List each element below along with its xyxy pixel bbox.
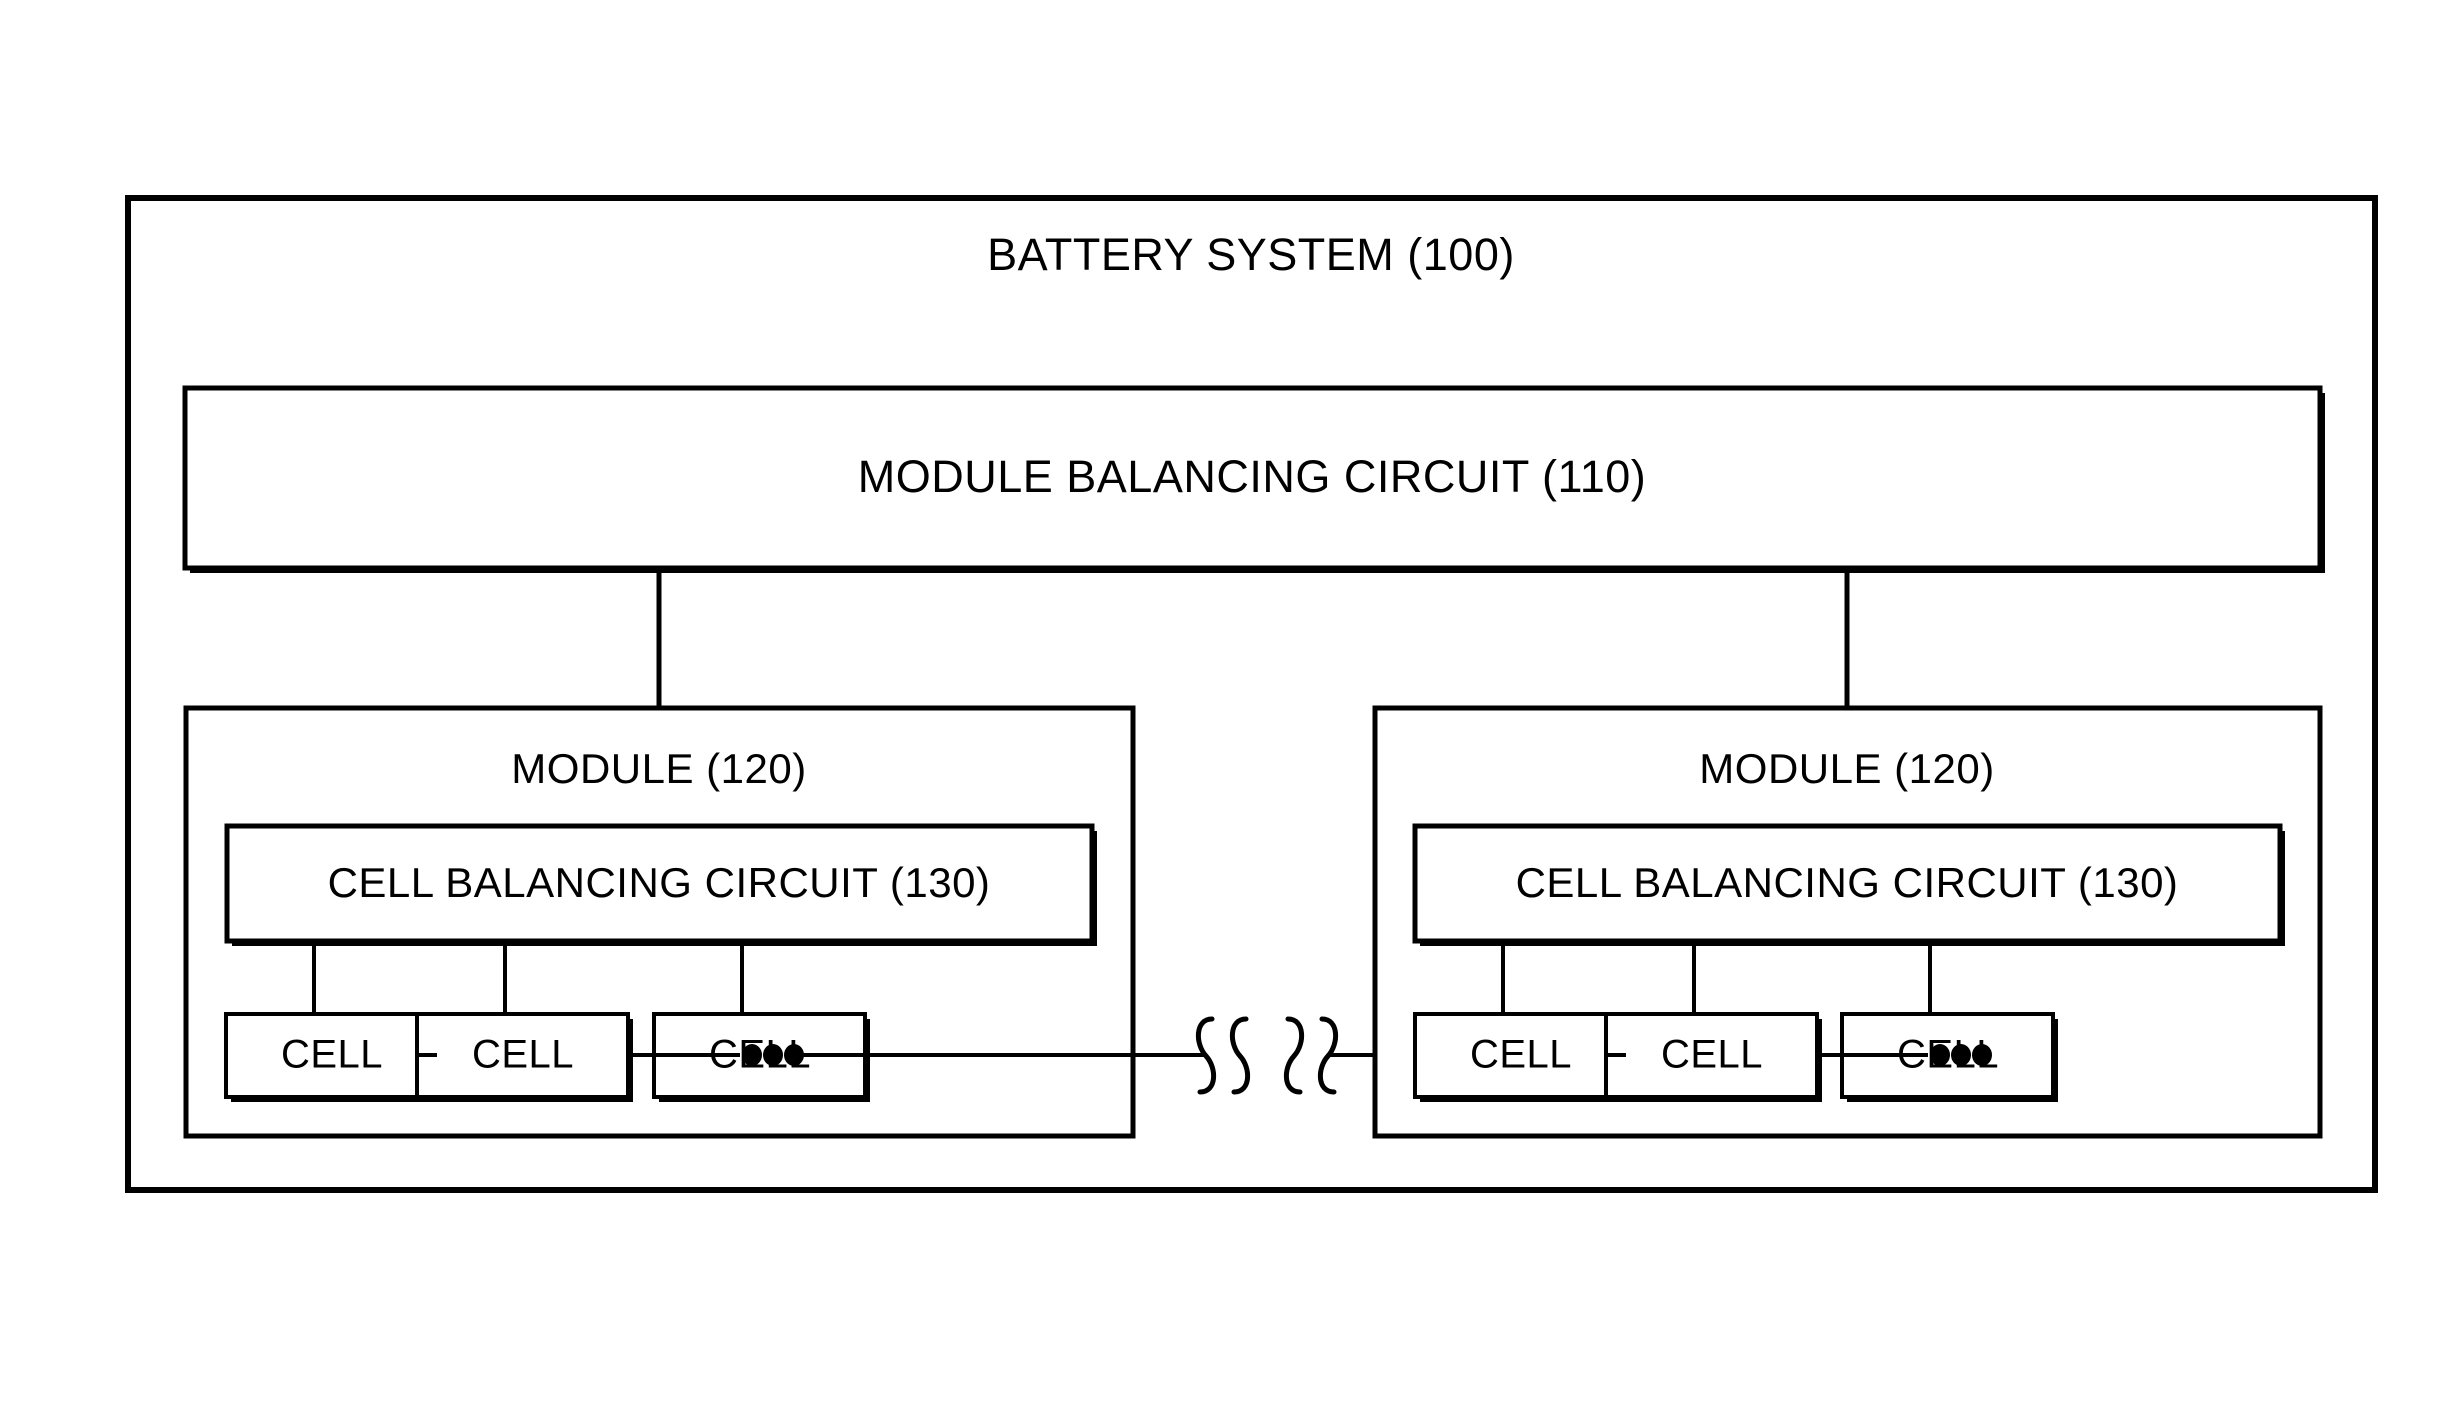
series-break-squiggle-left [1196,1016,1250,1095]
cell-ellipsis-right [1930,1044,1992,1066]
cell-label-right-2: CELL [1661,1033,1763,1077]
battery-system-diagram: BATTERY SYSTEM (100) MODULE BALANCING CI… [0,0,2457,1408]
cell-balancing-circuit-label-right: CELL BALANCING CIRCUIT (130) [1516,859,2179,906]
cell-label-left-1: CELL [281,1033,383,1077]
module-balancing-circuit-label: MODULE BALANCING CIRCUIT (110) [858,451,1646,502]
cell-label-left-2: CELL [472,1033,574,1077]
cell-ellipsis-left [742,1044,804,1066]
cell-balancing-circuit-label-left: CELL BALANCING CIRCUIT (130) [328,859,991,906]
battery-system-label: BATTERY SYSTEM (100) [987,229,1515,280]
module-label-right: MODULE (120) [1699,745,1994,792]
diagram-canvas: BATTERY SYSTEM (100) MODULE BALANCING CI… [125,195,2378,1193]
series-break-squiggle-right [1284,1016,1338,1095]
module-label-left: MODULE (120) [511,745,806,792]
cell-label-right-1: CELL [1470,1033,1572,1077]
